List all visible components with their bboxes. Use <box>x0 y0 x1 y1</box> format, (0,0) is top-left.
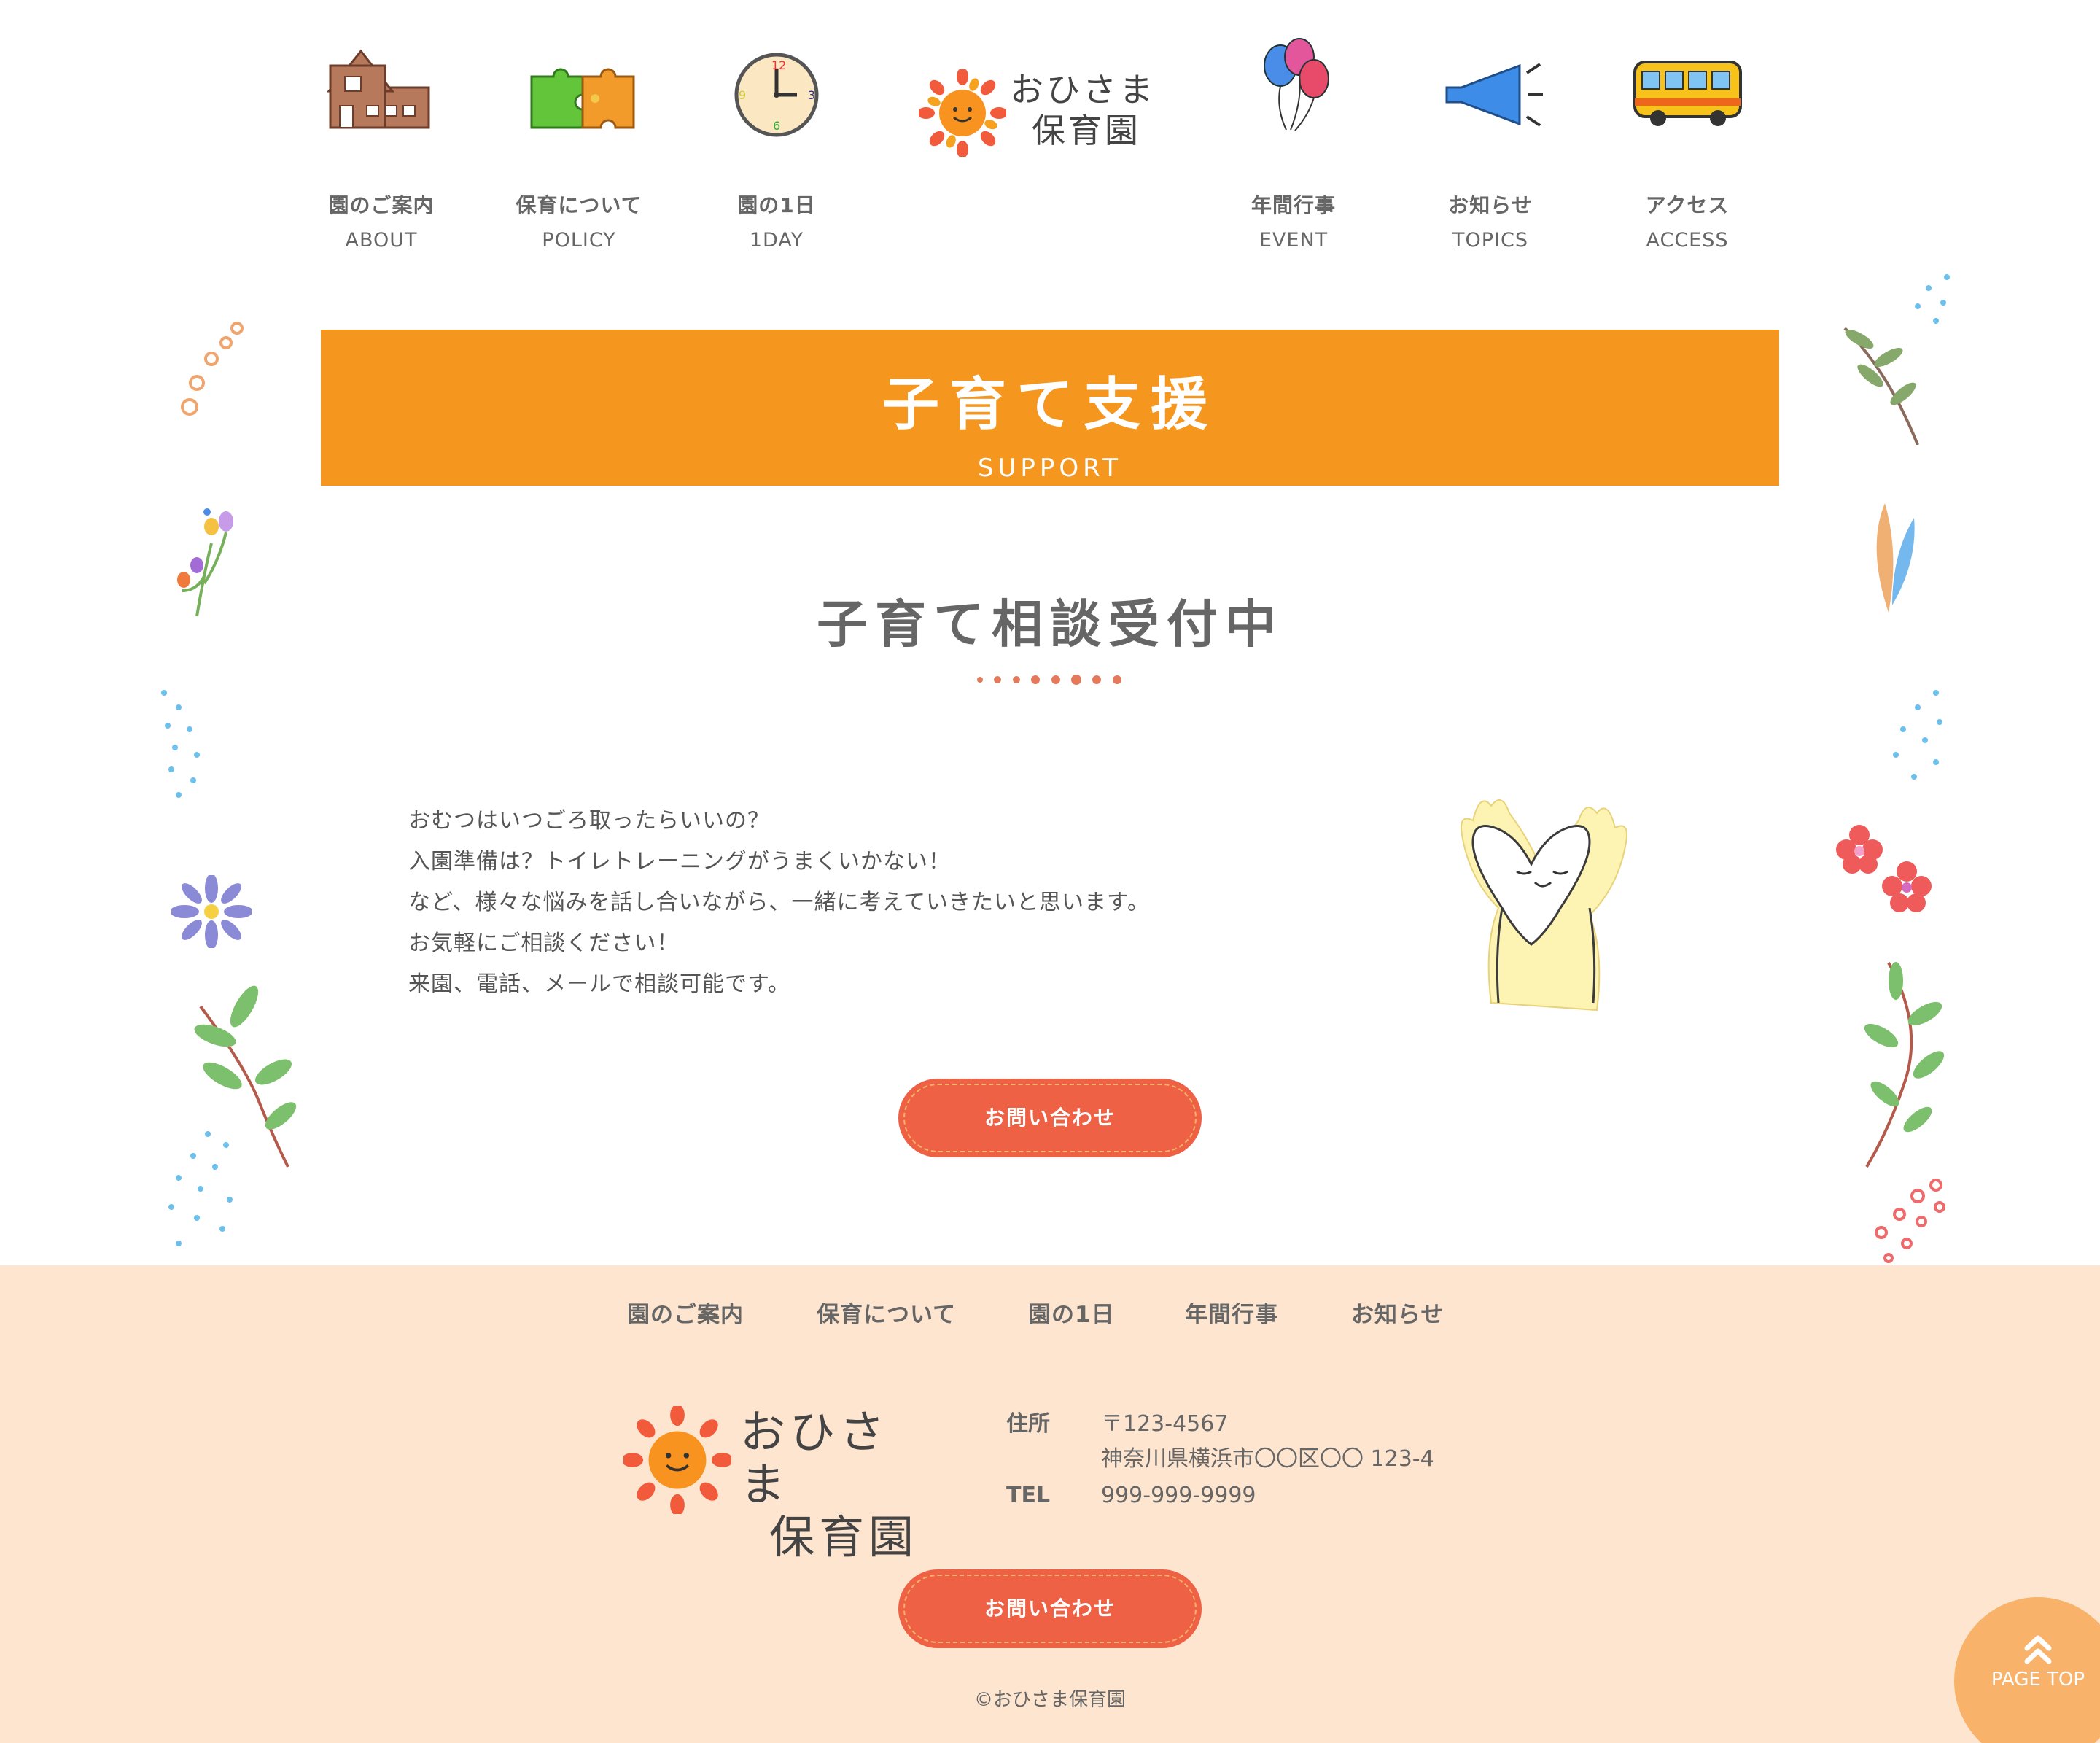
body-line: 来園、電話、メールで相談可能です。 <box>408 971 790 997</box>
logo-text: おひさま 保育園 <box>1010 69 1156 151</box>
svg-text:3: 3 <box>808 88 815 102</box>
body-line: お気軽にご相談ください！ <box>408 931 680 956</box>
body-line: おむつはいつごろ取ったらいいの？ <box>408 808 770 834</box>
footer-logo-text: おひさま 保育園 <box>740 1406 930 1564</box>
site-logo[interactable]: おひさま 保育園 <box>919 66 1159 175</box>
section-body: おむつはいつごろ取ったらいいの？ 入園準備は？トイレトレーニングがうまくいかない… <box>408 801 1283 1005</box>
puzzle-icon <box>530 68 635 129</box>
banner-subtitle: SUPPORT <box>977 454 1123 483</box>
rain-dots-icon <box>161 690 200 798</box>
nav-label-jp: 園のご案内 <box>328 193 435 217</box>
address-label: 住所 <box>1006 1411 1050 1437</box>
footer-logo[interactable]: おひさま 保育園 <box>623 1406 930 1564</box>
footer-nav-1day[interactable]: 園の1日 <box>1028 1296 1115 1329</box>
nav-item-event[interactable]: 年間行事 EVENT <box>1199 36 1388 252</box>
heart-hands-icon <box>1461 799 1628 1012</box>
site-header: 園のご案内 ABOUT 保育について POLICY 12 3 6 9 園の1日 … <box>0 0 2100 292</box>
svg-text:12: 12 <box>771 58 786 72</box>
sun-icon <box>919 69 1006 157</box>
leafy-branch-icon <box>1843 327 1919 445</box>
contact-button-label: お問い合わせ <box>984 1106 1116 1129</box>
nav-label-en: ACCESS <box>1646 229 1729 252</box>
address: 神奈川県横浜市〇〇区〇〇 123-4 <box>1101 1446 1434 1472</box>
balloons-icon <box>1264 38 1329 131</box>
leafy-branch-icon <box>1864 962 1945 1168</box>
title-dots-divider <box>977 675 1121 685</box>
tel-number: 999-999-9999 <box>1101 1483 1256 1508</box>
dots-decoration-icon <box>181 322 244 416</box>
nav-item-about[interactable]: 園のご案内 ABOUT <box>287 36 476 252</box>
svg-text:9: 9 <box>739 88 746 102</box>
sun-icon <box>623 1406 731 1514</box>
purple-flower-icon <box>171 875 252 948</box>
nav-item-access[interactable]: アクセス ACCESS <box>1592 36 1782 252</box>
logo-line1: おひさま <box>740 1405 890 1511</box>
nav-label-jp: お知らせ <box>1448 193 1533 217</box>
footer-contact-button[interactable]: お問い合わせ <box>898 1569 1202 1648</box>
nav-label-en: POLICY <box>542 229 616 252</box>
banner-title: 子育て支援 <box>882 372 1218 438</box>
logo-line2: 保育園 <box>1032 111 1141 150</box>
page-top-label: PAGE TOP <box>1991 1669 2085 1690</box>
double-chevron-up-icon <box>2024 1635 2052 1664</box>
nav-item-1day[interactable]: 12 3 6 9 園の1日 1DAY <box>682 36 871 252</box>
contact-button-label: お問い合わせ <box>984 1597 1116 1620</box>
svg-text:6: 6 <box>773 119 780 133</box>
footer-nav-about[interactable]: 園のご案内 <box>627 1296 744 1329</box>
nav-label-jp: 年間行事 <box>1251 193 1336 217</box>
footer-nav-topics[interactable]: お知らせ <box>1351 1296 1444 1329</box>
bus-icon <box>1633 61 1742 126</box>
nav-label-en: TOPICS <box>1452 229 1528 252</box>
contact-button[interactable]: お問い合わせ <box>898 1079 1202 1157</box>
rain-dots-icon <box>1893 690 1942 780</box>
footer-nav-policy[interactable]: 保育について <box>817 1296 956 1329</box>
clock-icon: 12 3 6 9 <box>734 53 819 137</box>
logo-line1: おひさま <box>1010 70 1156 109</box>
tel-label: TEL <box>1006 1483 1051 1508</box>
site-footer: 園のご案内 保育について 園の1日 年間行事 お知らせ おひさま 保育園 住所 … <box>0 1265 2100 1743</box>
nav-label-en: ABOUT <box>345 229 418 252</box>
section-title: 子育て相談受付中 <box>817 594 1283 654</box>
body-line: など、様々な悩みを話し合いながら、一緒に考えていきたいと思います。 <box>408 890 1150 915</box>
nav-label-jp: 保育について <box>516 193 642 217</box>
page-banner: 子育て支援 SUPPORT <box>321 330 1779 486</box>
nav-label-jp: アクセス <box>1645 193 1730 217</box>
logo-line2: 保育園 <box>769 1510 919 1564</box>
postal-code: 〒123-4567 <box>1101 1411 1229 1437</box>
nav-label-en: EVENT <box>1259 229 1329 252</box>
rain-dots-icon <box>168 1131 233 1246</box>
dots-decoration-icon <box>1875 1179 1945 1263</box>
megaphone-icon <box>1445 63 1543 127</box>
copyright: ©おひさま保育園 <box>973 1689 1126 1711</box>
school-building-icon <box>326 49 430 129</box>
footer-nav-event[interactable]: 年間行事 <box>1185 1296 1278 1329</box>
nav-label-en: 1DAY <box>749 229 804 252</box>
nav-item-policy[interactable]: 保育について POLICY <box>484 36 674 252</box>
nav-label-jp: 園の1日 <box>737 193 816 217</box>
nav-item-topics[interactable]: お知らせ TOPICS <box>1396 36 1585 252</box>
red-flowers-icon <box>1836 825 1932 912</box>
body-line: 入園準備は？トイレトレーニングがうまくいかない！ <box>408 849 951 874</box>
